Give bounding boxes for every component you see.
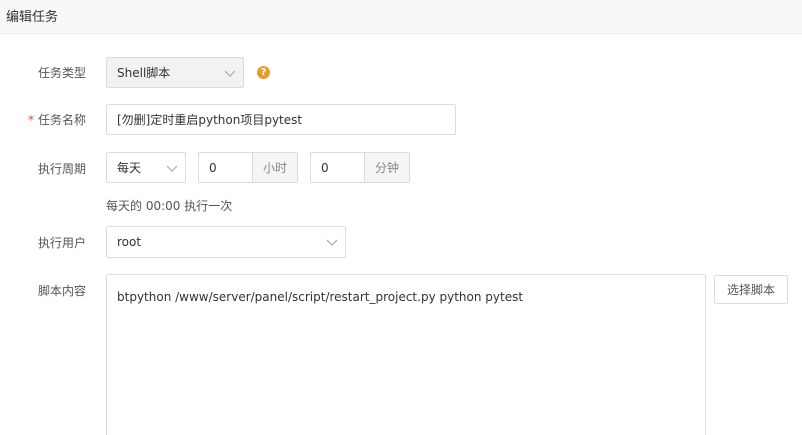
- task-name-label: * 任务名称: [6, 112, 86, 128]
- minute-input[interactable]: 0: [310, 152, 365, 183]
- user-select[interactable]: root: [106, 226, 346, 258]
- user-value: root: [117, 235, 142, 249]
- period-label: 执行周期: [37, 162, 86, 176]
- minute-value: 0: [321, 160, 329, 175]
- period-summary: 每天的 00:00 执行一次: [106, 199, 233, 213]
- question-circle-icon[interactable]: ?: [257, 66, 270, 79]
- chevron-down-icon: [166, 165, 178, 172]
- task-name-label-text: 任务名称: [37, 113, 86, 127]
- period-frequency-value: 每天: [117, 161, 142, 175]
- task-type-value: Shell脚本: [117, 66, 171, 80]
- dialog-header: 编辑任务: [0, 0, 802, 34]
- dialog-title: 编辑任务: [6, 10, 59, 25]
- script-textarea[interactable]: btpython /www/server/panel/script/restar…: [106, 274, 706, 435]
- task-type-label: 任务类型: [37, 66, 86, 80]
- hour-unit-addon: 小时: [253, 152, 298, 183]
- required-mark: *: [27, 113, 34, 127]
- task-name-input[interactable]: [勿删]定时重启python项目pytest: [106, 104, 456, 135]
- minute-unit-addon: 分钟: [365, 152, 410, 183]
- select-script-button[interactable]: 选择脚本: [714, 275, 788, 304]
- script-label: 脚本内容: [37, 284, 86, 298]
- task-type-select[interactable]: Shell脚本: [106, 57, 244, 88]
- hour-value: 0: [209, 160, 217, 175]
- edit-task-dialog: 编辑任务 任务类型 Shell脚本 ? * 任务名称 [勿删]定时重启python…: [0, 0, 802, 435]
- user-label: 执行用户: [37, 236, 86, 250]
- chevron-down-icon: [326, 239, 338, 246]
- period-frequency-select[interactable]: 每天: [106, 152, 186, 183]
- task-name-value: [勿删]定时重启python项目pytest: [117, 113, 303, 127]
- hour-input[interactable]: 0: [198, 152, 253, 183]
- chevron-down-icon: [224, 70, 236, 77]
